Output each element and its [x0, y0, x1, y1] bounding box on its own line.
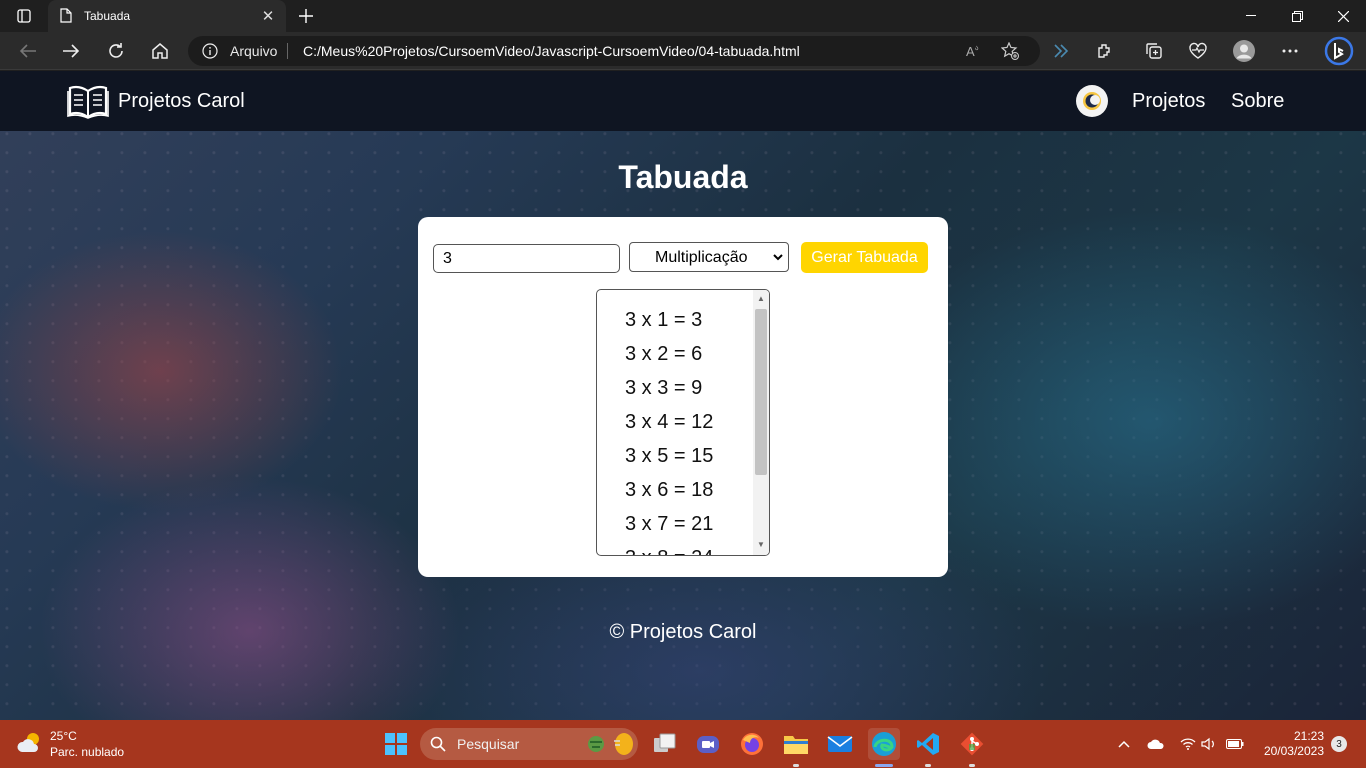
collections-chevron-icon[interactable] [1046, 36, 1076, 66]
close-window-icon[interactable] [1320, 0, 1366, 32]
address-separator [287, 43, 288, 59]
address-url[interactable]: C:/Meus%20Projetos/CursoemVideo/Javascri… [303, 43, 800, 59]
browser-titlebar: Tabuada ✕ [0, 0, 1366, 32]
search-label: Pesquisar [457, 736, 520, 752]
list-item[interactable]: 3 x 1 = 3 [625, 309, 702, 332]
list-item[interactable]: 3 x 4 = 12 [625, 411, 713, 434]
more-options-icon[interactable] [1275, 36, 1305, 66]
bing-chat-icon[interactable] [1322, 34, 1356, 68]
site-navbar: Projetos Carol Projetos Sobre [0, 71, 1366, 131]
list-item[interactable]: 3 x 6 = 18 [625, 479, 713, 502]
footer-copyright: © Projetos Carol [609, 621, 757, 643]
extensions-icon[interactable] [1090, 36, 1120, 66]
operation-select[interactable]: Multiplicação [629, 242, 789, 272]
battery-icon[interactable] [1225, 734, 1245, 754]
number-input[interactable] [433, 244, 620, 273]
running-app-indicator [793, 764, 799, 767]
taskbar-search[interactable]: Pesquisar [420, 728, 638, 760]
wifi-icon[interactable] [1178, 734, 1198, 754]
favorites-add-icon[interactable] [998, 39, 1022, 63]
tab-title: Tabuada [84, 9, 131, 23]
operation-selected-value: Multiplicação [655, 249, 748, 266]
svg-text:A: A [966, 44, 975, 59]
vscode-icon[interactable] [912, 728, 944, 760]
scrollbar-thumb[interactable] [755, 309, 767, 475]
list-item[interactable]: 3 x 2 = 6 [625, 343, 702, 366]
mail-icon[interactable] [824, 728, 856, 760]
system-clock[interactable]: 21:23 20/03/2023 [1254, 729, 1324, 759]
page-viewport: Projetos Carol Projetos Sobre Tabuada Mu… [0, 71, 1366, 720]
minimize-icon[interactable] [1228, 0, 1274, 32]
task-view-icon[interactable] [649, 728, 681, 760]
tab-actions-icon[interactable] [10, 6, 38, 26]
windows-start-icon[interactable] [380, 728, 412, 760]
tab-close-icon[interactable]: ✕ [258, 6, 278, 26]
home-icon[interactable] [145, 36, 175, 66]
forward-icon[interactable] [56, 36, 86, 66]
git-app-icon[interactable] [956, 728, 988, 760]
read-aloud-icon[interactable]: Aა [962, 39, 986, 63]
theme-toggle-icon[interactable] [1076, 85, 1108, 117]
list-item[interactable]: 3 x 7 = 21 [625, 513, 713, 536]
chevron-down-icon [772, 250, 784, 268]
running-app-indicator [925, 764, 931, 767]
tabuada-card: Multiplicação Gerar Tabuada 3 x 1 = 3 3 … [418, 217, 948, 577]
collections-icon[interactable] [1139, 36, 1169, 66]
profile-avatar-icon[interactable] [1229, 36, 1259, 66]
clock-date: 20/03/2023 [1263, 744, 1324, 758]
list-item[interactable]: 3 x 8 = 24 [625, 547, 713, 555]
weather-partly-cloudy-icon[interactable] [16, 730, 44, 761]
list-item[interactable]: 3 x 3 = 9 [625, 377, 702, 400]
weather-description[interactable]: Parc. nublado [50, 745, 124, 759]
search-icon [430, 736, 446, 757]
scroll-down-icon[interactable]: ▼ [757, 541, 765, 549]
scroll-up-icon[interactable]: ▲ [757, 295, 765, 303]
running-app-indicator [969, 764, 975, 767]
volume-icon[interactable] [1199, 734, 1219, 754]
chevron-up-icon[interactable] [1114, 734, 1134, 754]
tab-tabuada[interactable]: Tabuada ✕ [48, 0, 286, 32]
refresh-icon[interactable] [101, 36, 131, 66]
onedrive-cloud-icon[interactable] [1146, 734, 1166, 754]
address-protocol: Arquivo [230, 43, 278, 59]
notification-badge[interactable]: 3 [1331, 736, 1347, 752]
address-bar[interactable]: Arquivo C:/Meus%20Projetos/CursoemVideo/… [188, 36, 1040, 66]
teams-chat-icon[interactable] [692, 728, 724, 760]
info-icon[interactable] [202, 43, 218, 64]
listbox-scrollbar[interactable]: ▲ ▼ [753, 290, 769, 555]
new-tab-icon[interactable] [294, 4, 318, 28]
clock-time: 21:23 [1293, 729, 1324, 743]
results-listbox[interactable]: 3 x 1 = 3 3 x 2 = 6 3 x 3 = 9 3 x 4 = 12… [596, 289, 770, 556]
open-book-icon[interactable] [67, 83, 109, 124]
svg-text:ა: ა [975, 45, 979, 52]
generate-button[interactable]: Gerar Tabuada [801, 242, 928, 273]
file-icon [60, 8, 72, 28]
firefox-icon[interactable] [736, 728, 768, 760]
page-title: Tabuada [618, 159, 748, 195]
nav-link-sobre[interactable]: Sobre [1231, 90, 1284, 113]
search-highlight-icon [586, 732, 634, 761]
restore-icon[interactable] [1274, 0, 1320, 32]
windows-taskbar: 25°C Parc. nublado Pesquisar 21:23 20/03… [0, 720, 1366, 768]
nav-link-projetos[interactable]: Projetos [1132, 90, 1205, 113]
health-icon[interactable] [1183, 36, 1213, 66]
weather-temperature[interactable]: 25°C [50, 729, 77, 743]
active-app-indicator [875, 764, 893, 767]
brand-title[interactable]: Projetos Carol [118, 90, 245, 113]
browser-toolbar: Arquivo C:/Meus%20Projetos/CursoemVideo/… [0, 32, 1366, 70]
edge-icon[interactable] [868, 728, 900, 760]
list-item[interactable]: 3 x 5 = 15 [625, 445, 713, 468]
file-explorer-icon[interactable] [780, 728, 812, 760]
back-icon[interactable] [13, 36, 43, 66]
